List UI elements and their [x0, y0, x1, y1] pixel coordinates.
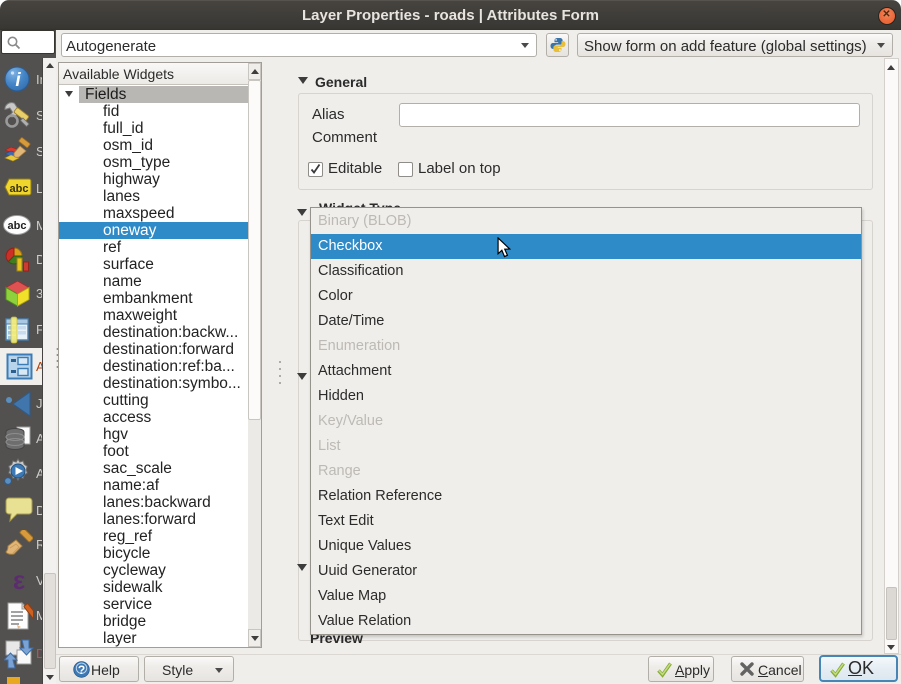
svg-text:abc: abc — [10, 183, 29, 195]
svg-text:?: ? — [78, 663, 85, 677]
svg-text:i: i — [15, 70, 21, 91]
svg-text:ε: ε — [13, 566, 25, 594]
svg-text:abc: abc — [8, 220, 27, 232]
